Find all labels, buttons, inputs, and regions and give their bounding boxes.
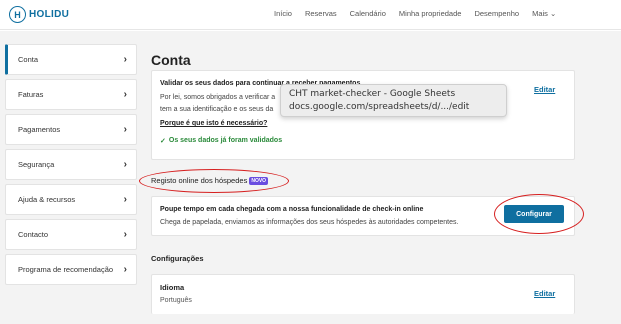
holidu-logo-icon: H [9, 6, 26, 23]
guest-registration-label: Registo online dos hóspedes [151, 176, 248, 185]
chevron-right-icon: › [123, 124, 127, 135]
checkin-description: Chega de papelada, enviamos as informaçõ… [160, 219, 459, 226]
browser-tab-tooltip: CHT market-checker - Google Sheets docs.… [280, 84, 507, 117]
new-badge: NOVO [249, 177, 269, 185]
holidu-logo[interactable]: H HOLIDU [9, 6, 69, 23]
edit-validation-link[interactable]: Editar [534, 85, 555, 94]
main-nav: Início Reservas Calendário Minha proprie… [274, 9, 556, 18]
chevron-right-icon: › [123, 264, 127, 275]
settings-heading: Configurações [151, 254, 204, 263]
nav-calendario[interactable]: Calendário [350, 9, 386, 18]
validated-status-text: Os seus dados já foram validados [168, 137, 283, 144]
sidebar-item-faturas[interactable]: Faturas › [5, 79, 137, 110]
nav-inicio[interactable]: Início [274, 9, 292, 18]
configure-button[interactable]: Configurar [504, 205, 564, 223]
sidebar-item-seguranca[interactable]: Segurança › [5, 149, 137, 180]
nav-mais[interactable]: Mais ⌄ [532, 9, 556, 18]
nav-reservas[interactable]: Reservas [305, 9, 337, 18]
chevron-right-icon: › [123, 54, 127, 65]
sidebar-item-label: Faturas [18, 90, 44, 99]
page-title: Conta [151, 52, 191, 68]
sidebar-item-label: Conta [18, 55, 39, 64]
language-value: Português [160, 297, 192, 304]
sidebar-item-label: Contacto [18, 230, 49, 239]
online-checkin-card: Poupe tempo em cada chegada com a nossa … [151, 196, 575, 236]
validated-status: ✓ Os seus dados já foram validados [160, 137, 282, 145]
sidebar-item-label: Segurança [18, 160, 55, 169]
sidebar-item-label: Programa de recomendação [18, 265, 114, 274]
validate-text-line-2: tem a sua identificação e os seus da [160, 106, 274, 113]
tooltip-title: CHT market-checker - Google Sheets [289, 89, 456, 99]
chevron-right-icon: › [123, 229, 127, 240]
sidebar-item-conta[interactable]: Conta › [5, 44, 137, 75]
sidebar-item-contacto[interactable]: Contacto › [5, 219, 137, 250]
sidebar-item-ajuda-recursos[interactable]: Ajuda & recursos › [5, 184, 137, 215]
checkmark-icon: ✓ [160, 138, 166, 145]
brand-name: HOLIDU [29, 9, 70, 20]
nav-desempenho[interactable]: Desempenho [474, 9, 519, 18]
chevron-right-icon: › [123, 159, 127, 170]
edit-language-link[interactable]: Editar [534, 289, 555, 298]
language-card: Idioma Português Editar [151, 274, 575, 314]
nav-minha-propriedade[interactable]: Minha propriedade [399, 9, 462, 18]
validate-text-line-1: Por lei, somos obrigados a verificar a [160, 94, 276, 101]
settings-sidebar: Conta › Faturas › Pagamentos › Segurança… [5, 44, 137, 289]
sidebar-item-label: Ajuda & recursos [18, 195, 76, 204]
language-title: Idioma [160, 283, 185, 292]
sidebar-item-programa-recomendacao[interactable]: Programa de recomendação › [5, 254, 137, 285]
chevron-right-icon: › [123, 194, 127, 205]
why-needed-link[interactable]: Porque é que isto é necessário? [160, 120, 267, 127]
chevron-right-icon: › [123, 89, 127, 100]
tooltip-url: docs.google.com/spreadsheets/d/.../edit [289, 102, 470, 112]
sidebar-item-pagamentos[interactable]: Pagamentos › [5, 114, 137, 145]
sidebar-item-label: Pagamentos [18, 125, 61, 134]
checkin-title: Poupe tempo em cada chegada com a nossa … [160, 206, 424, 213]
guest-registration-heading: Registo online dos hóspedes NOVO [151, 176, 269, 185]
top-navigation-bar: H HOLIDU Início Reservas Calendário Minh… [0, 0, 621, 30]
